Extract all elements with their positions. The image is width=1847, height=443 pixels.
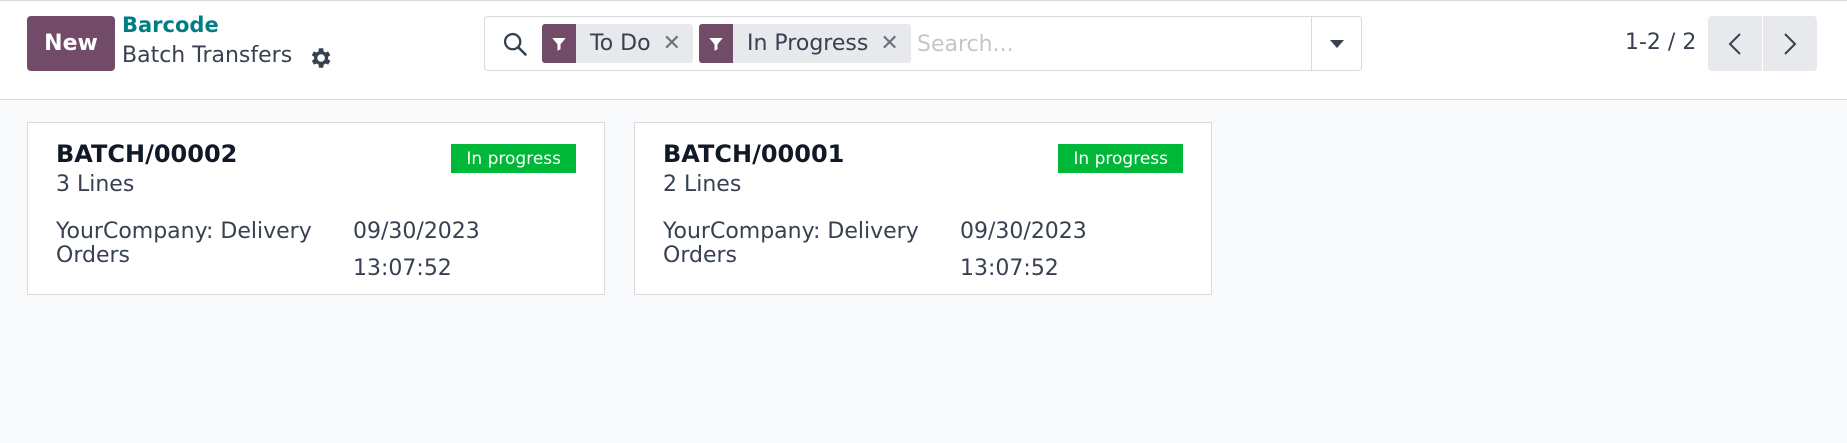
- kanban-card[interactable]: BATCH/00001 2 Lines YourCompany: Deliver…: [634, 122, 1212, 295]
- batch-name: BATCH/00002: [56, 140, 238, 168]
- scheduled-date: 09/30/2023 13:07:52: [353, 213, 480, 287]
- breadcrumb-parent-link[interactable]: Barcode: [122, 13, 219, 37]
- pager-previous-button[interactable]: [1708, 16, 1762, 71]
- date-value: 09/30/2023: [353, 219, 480, 244]
- batch-line-count: 2 Lines: [663, 172, 742, 197]
- facet-label: To Do: [590, 31, 651, 56]
- filter-icon: [542, 24, 576, 63]
- kanban-card[interactable]: BATCH/00002 3 Lines YourCompany: Deliver…: [27, 122, 605, 295]
- pager-next-button[interactable]: [1763, 16, 1817, 71]
- batch-line-count: 3 Lines: [56, 172, 135, 197]
- batch-name: BATCH/00001: [663, 140, 845, 168]
- search-facet-in-progress: In Progress ✕: [699, 24, 911, 63]
- filter-icon: [699, 24, 733, 63]
- close-icon[interactable]: ✕: [880, 31, 910, 56]
- caret-down-icon: [1329, 39, 1344, 48]
- time-value: 13:07:52: [960, 256, 1059, 281]
- breadcrumb-current: Batch Transfers: [122, 43, 293, 68]
- gear-icon[interactable]: [307, 45, 333, 71]
- close-icon[interactable]: ✕: [663, 31, 693, 56]
- facet-label: In Progress: [747, 31, 869, 56]
- scheduled-date: 09/30/2023 13:07:52: [960, 213, 1087, 287]
- chevron-right-icon: [1784, 32, 1797, 55]
- search-bar[interactable]: To Do ✕ In Progress ✕: [484, 16, 1362, 71]
- date-value: 09/30/2023: [960, 219, 1087, 244]
- time-value: 13:07:52: [353, 256, 452, 281]
- search-icon: [503, 32, 527, 56]
- search-options-toggle[interactable]: [1311, 17, 1361, 70]
- chevron-left-icon: [1728, 32, 1741, 55]
- search-facet-to-do: To Do ✕: [542, 24, 693, 63]
- operation-type: YourCompany: Delivery Orders: [56, 219, 312, 268]
- new-button[interactable]: New: [27, 16, 115, 71]
- control-panel: New Barcode Batch Transfers To Do ✕ In P…: [0, 0, 1847, 100]
- status-badge: In progress: [1058, 144, 1183, 173]
- search-input[interactable]: [917, 27, 1287, 61]
- status-badge: In progress: [451, 144, 576, 173]
- operation-type: YourCompany: Delivery Orders: [663, 219, 919, 268]
- pager-value[interactable]: 1-2 / 2: [1625, 30, 1696, 55]
